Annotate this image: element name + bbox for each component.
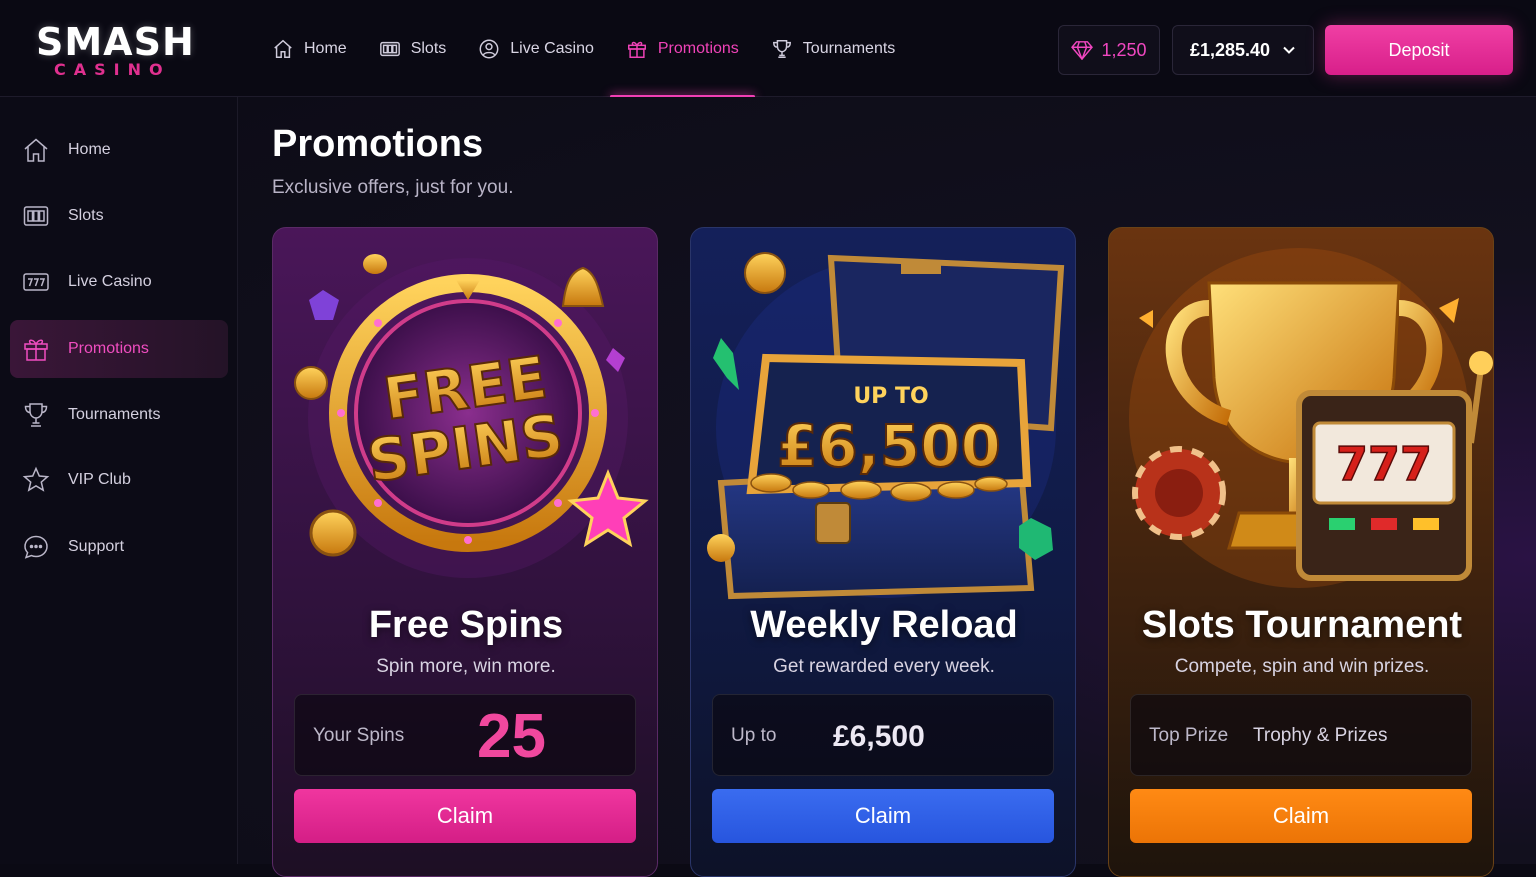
promo-card-weekly-reload: UP TO £6,500 Weekly Reload Get rewarded … — [690, 227, 1076, 877]
topnav-slots-label: Slots — [410, 39, 447, 57]
reload-info-box: Up to £6,500 — [712, 694, 1054, 776]
sidebar-item-vip-club[interactable]: VIP Club — [10, 451, 228, 509]
topnav-home-label: Home — [304, 39, 347, 57]
promo-description: Get rewarded every week. — [773, 656, 995, 677]
treasure-chest-image: UP TO £6,500 — [707, 252, 1065, 600]
gems-count: 1,250 — [1101, 39, 1147, 60]
page-title: Promotions — [272, 123, 484, 165]
topnav-promotions[interactable]: Promotions — [609, 0, 755, 98]
trophy-icon — [24, 403, 48, 427]
deposit-button[interactable]: Deposit — [1325, 25, 1513, 75]
logo-text: SMASH — [36, 20, 195, 64]
claim-weekly-reload-button[interactable]: Claim — [712, 789, 1054, 843]
main-content: Promotions Exclusive offers, just for yo… — [238, 97, 1536, 877]
reload-amount: £6,500 — [833, 720, 925, 753]
sidebar-item-support[interactable]: Support — [10, 518, 228, 576]
promo-card-free-spins: FREE SPINS Free Spins Spin more, win mor… — [272, 227, 658, 877]
sidebar-item-label: Tournaments — [68, 406, 161, 423]
free-spins-wheel-image: FREE SPINS — [294, 254, 649, 578]
slots-icon — [379, 41, 400, 56]
trophy-icon — [772, 39, 791, 58]
sidebar-item-live-casino[interactable]: Live Casino — [10, 253, 228, 311]
home-icon — [274, 39, 292, 58]
chat-icon — [24, 535, 48, 559]
sidebar-item-tournaments[interactable]: Tournaments — [10, 386, 228, 444]
page-subtitle: Exclusive offers, just for you. — [272, 177, 514, 198]
sidebar-item-promotions[interactable]: Promotions — [10, 320, 228, 378]
promo-card-slots-tournament: 777 Slots Tournament Compete, spin and w… — [1108, 227, 1494, 877]
sidebar-item-home[interactable]: Home — [10, 121, 228, 179]
topnav-tournaments-label: Tournaments — [802, 39, 896, 57]
sidebar-item-label: Home — [68, 141, 111, 158]
slot-reels-text: 777 — [1336, 437, 1432, 491]
gems-balance[interactable]: 1,250 — [1058, 25, 1160, 75]
balance-dropdown[interactable]: £1,285.40 — [1172, 25, 1314, 75]
star-icon — [22, 466, 50, 492]
topnav-slots[interactable]: Slots — [363, 0, 463, 97]
top-prize-label: Top Prize — [1149, 725, 1229, 746]
spins-info-box: Your Spins 25 — [294, 694, 636, 776]
promo-description: Compete, spin and win prizes. — [1174, 656, 1430, 677]
tournament-info-box: Top Prize Trophy & Prizes — [1130, 694, 1472, 776]
gift-icon — [24, 339, 48, 361]
diamond-icon — [1071, 41, 1094, 60]
sidebar-item-label: Slots — [68, 207, 104, 224]
balance-amount: £1,285.40 — [1189, 39, 1271, 60]
topnav-promotions-label: Promotions — [657, 39, 739, 57]
slots-icon — [23, 206, 49, 226]
topnav-live-casino[interactable]: Live Casino — [462, 0, 610, 97]
promo-description: Spin more, win more. — [376, 656, 556, 677]
gift-icon — [627, 41, 646, 58]
top-bar: SMASH CASINO Home Slots Live Casino Prom… — [0, 0, 1536, 98]
promo-title: Slots Tournament — [1141, 604, 1463, 646]
logo[interactable]: SMASH CASINO — [36, 20, 195, 82]
logo-subtext: CASINO — [54, 60, 171, 79]
reload-art-line2: £6,500 — [777, 412, 1001, 480]
top-nav: Home Slots Live Casino Promotions Tourna… — [256, 0, 912, 98]
promo-title: Weekly Reload — [750, 604, 1018, 646]
top-prize-value: Trophy & Prizes — [1253, 725, 1388, 746]
live-casino-icon — [23, 273, 49, 291]
spins-count: 25 — [477, 702, 546, 771]
claim-slots-tournament-button[interactable]: Claim — [1130, 789, 1472, 843]
sidebar-item-label: Promotions — [68, 340, 149, 357]
promo-title: Free Spins — [368, 604, 564, 646]
sidebar-item-label: Support — [68, 538, 125, 555]
reload-art-line1: UP TO — [853, 384, 928, 409]
claim-free-spins-button[interactable]: Claim — [294, 789, 636, 843]
sidebar-item-label: VIP Club — [68, 471, 131, 488]
spins-label: Your Spins — [313, 725, 405, 746]
chevron-down-icon — [1283, 46, 1295, 54]
sidebar: Home Slots Live Casino Promotions Tourna… — [0, 97, 238, 864]
live-casino-icon — [479, 39, 499, 58]
trophy-slot-machine-image: 777 — [1129, 248, 1493, 588]
topnav-home[interactable]: Home — [256, 0, 363, 97]
topnav-tournaments[interactable]: Tournaments — [755, 0, 912, 97]
reload-label: Up to — [731, 725, 777, 746]
topnav-live-casino-label: Live Casino — [510, 39, 594, 57]
sidebar-item-slots[interactable]: Slots — [10, 187, 228, 245]
home-icon — [24, 138, 48, 162]
sidebar-item-label: Live Casino — [68, 273, 152, 290]
